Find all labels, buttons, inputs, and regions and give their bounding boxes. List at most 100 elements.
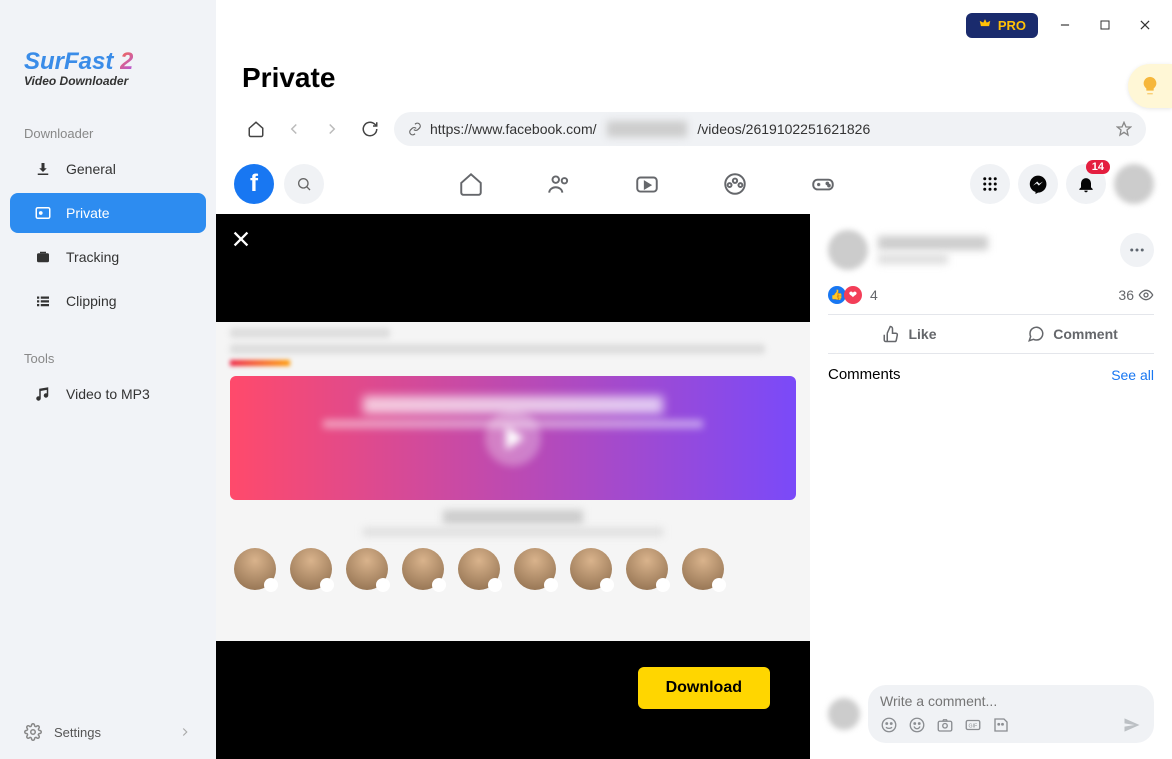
avatar-thumb[interactable]: [626, 548, 668, 590]
fb-notifications[interactable]: 14: [1066, 164, 1106, 204]
logo-post: Fast: [64, 48, 113, 75]
avatar-row: [216, 542, 810, 596]
idea-button[interactable]: [1128, 64, 1172, 108]
logo-version: 2: [120, 48, 133, 75]
play-icon: [485, 410, 541, 466]
pro-badge[interactable]: PRO: [966, 13, 1038, 38]
post-column: 👍 ❤ 4 36 Like Comment: [810, 214, 1172, 759]
chevron-right-icon: [178, 725, 192, 739]
reactions-bar: 👍 ❤ 4 36: [828, 276, 1154, 314]
minimize-button[interactable]: [1052, 12, 1078, 38]
browser-bar: https://www.facebook.com/xxxxx xxxxxx/vi…: [216, 112, 1172, 160]
sidebar-item-video-to-mp3[interactable]: Video to MP3: [10, 374, 206, 414]
sidebar-item-private[interactable]: Private: [10, 193, 206, 233]
comment-input[interactable]: [880, 693, 1142, 709]
back-button[interactable]: [280, 115, 308, 143]
download-button[interactable]: Download: [638, 667, 770, 709]
sidebar-label-clipping: Clipping: [66, 293, 117, 309]
url-blurred: xxxxx xxxxxx: [607, 121, 688, 137]
gear-icon: [24, 723, 42, 741]
page-title: Private: [216, 50, 1172, 112]
gif-icon[interactable]: GIF: [964, 716, 982, 734]
search-icon: [296, 176, 312, 192]
avatar-thumb[interactable]: [682, 548, 724, 590]
fb-avatar[interactable]: [1114, 164, 1154, 204]
comment-button[interactable]: Comment: [991, 315, 1154, 353]
settings-button[interactable]: Settings: [0, 709, 216, 759]
fb-messenger[interactable]: [1018, 164, 1058, 204]
fb-menu[interactable]: [970, 164, 1010, 204]
send-icon[interactable]: [1122, 715, 1142, 735]
avatar-sticker-icon[interactable]: [880, 716, 898, 734]
avatar-thumb[interactable]: [458, 548, 500, 590]
views-count: 36: [1118, 287, 1134, 303]
link-icon: [408, 122, 422, 136]
post-avatar[interactable]: [828, 230, 868, 270]
logo-pre: Sur: [24, 48, 64, 75]
download-icon: [34, 160, 52, 178]
emoji-icon[interactable]: [908, 716, 926, 734]
eye-icon: [1138, 287, 1154, 303]
crown-icon: [978, 18, 992, 32]
fb-nav-home[interactable]: [457, 170, 485, 198]
url-suffix: /videos/2619102251621826: [697, 121, 870, 137]
post-author: [878, 236, 988, 250]
pro-label: PRO: [998, 18, 1026, 33]
facebook-logo[interactable]: f: [234, 164, 274, 204]
avatar-thumb[interactable]: [514, 548, 556, 590]
notification-count: 14: [1086, 160, 1110, 174]
comments-heading: Comments: [828, 366, 901, 383]
settings-label: Settings: [54, 725, 101, 740]
video-column: Download: [216, 214, 810, 759]
avatar-thumb[interactable]: [346, 548, 388, 590]
home-button[interactable]: [242, 115, 270, 143]
facebook-header: f 14: [216, 160, 1172, 214]
svg-text:GIF: GIF: [969, 723, 978, 729]
my-avatar[interactable]: [828, 698, 860, 730]
comment-label: Comment: [1053, 326, 1118, 342]
video-banner[interactable]: [230, 376, 796, 500]
avatar-thumb[interactable]: [402, 548, 444, 590]
see-all-link[interactable]: See all: [1111, 367, 1154, 383]
sidebar-item-tracking[interactable]: Tracking: [10, 237, 206, 277]
fb-nav-gaming[interactable]: [809, 170, 837, 198]
clipping-icon: [34, 292, 52, 310]
avatar-thumb[interactable]: [234, 548, 276, 590]
close-button[interactable]: [1132, 12, 1158, 38]
avatar-thumb[interactable]: [570, 548, 612, 590]
sidebar-item-general[interactable]: General: [10, 149, 206, 189]
reload-button[interactable]: [356, 115, 384, 143]
camera-icon[interactable]: [936, 716, 954, 734]
reactions-count: 4: [870, 287, 878, 303]
bell-icon: [1076, 174, 1096, 194]
comment-icon: [1027, 325, 1045, 343]
messenger-icon: [1028, 174, 1048, 194]
avatar-thumb[interactable]: [290, 548, 332, 590]
comment-box[interactable]: GIF: [868, 685, 1154, 743]
grid-icon: [981, 175, 999, 193]
sidebar-label-mp3: Video to MP3: [66, 386, 150, 402]
private-icon: [34, 204, 52, 222]
thumb-icon: [882, 325, 900, 343]
post-more-button[interactable]: [1120, 233, 1154, 267]
section-downloader: Downloader: [0, 116, 216, 147]
sticker-icon[interactable]: [992, 716, 1010, 734]
like-button[interactable]: Like: [828, 315, 991, 353]
fb-nav-friends[interactable]: [545, 170, 573, 198]
forward-button[interactable]: [318, 115, 346, 143]
sidebar: SurFast 2 Video Downloader Downloader Ge…: [0, 0, 216, 759]
url-bar[interactable]: https://www.facebook.com/xxxxx xxxxxx/vi…: [394, 112, 1146, 146]
fb-nav-video[interactable]: [633, 170, 661, 198]
fb-nav-groups[interactable]: [721, 170, 749, 198]
sidebar-item-clipping[interactable]: Clipping: [10, 281, 206, 321]
music-icon: [34, 385, 52, 403]
post-header: [828, 224, 1154, 276]
logo-subtitle: Video Downloader: [24, 74, 192, 88]
facebook-search[interactable]: [284, 164, 324, 204]
favorite-icon[interactable]: [1116, 121, 1132, 137]
video-content: [216, 322, 810, 641]
love-reaction-icon: ❤: [844, 286, 862, 304]
maximize-button[interactable]: [1092, 12, 1118, 38]
video-close-icon[interactable]: [230, 228, 252, 250]
lightbulb-icon: [1139, 75, 1161, 97]
